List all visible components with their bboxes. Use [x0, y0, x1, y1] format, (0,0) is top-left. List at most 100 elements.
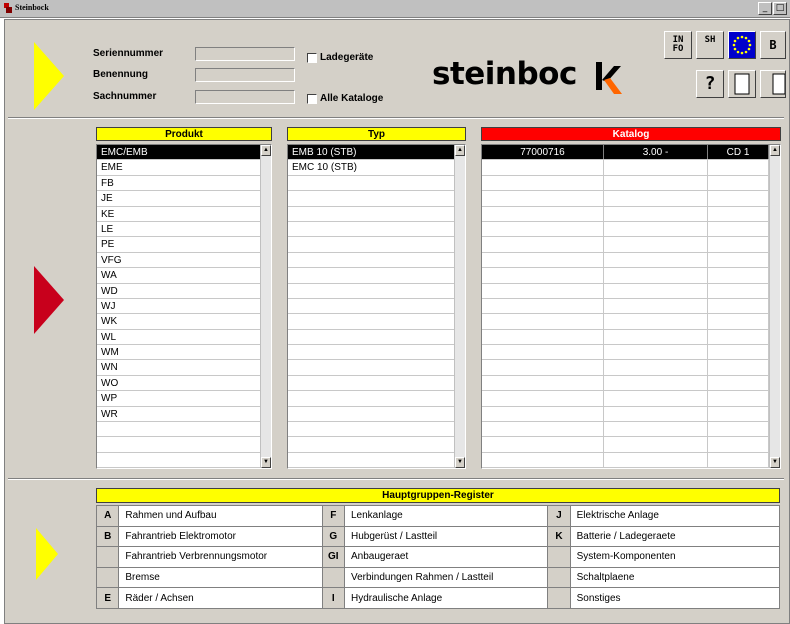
list-item[interactable]: WK — [97, 314, 260, 330]
group-label[interactable]: System-Komponenten — [569, 546, 781, 568]
group-label[interactable]: Batterie / Ladegeraete — [569, 525, 781, 548]
list-item[interactable]: WR — [97, 407, 260, 423]
katalog-cell-medium — [708, 160, 769, 175]
produkt-list[interactable]: EMC/EMB EME FB JE KE LE PE VFG WA WD WJ WK WL WM WN WO W… — [96, 144, 272, 469]
group-key[interactable]: G — [321, 525, 345, 548]
group-label[interactable]: Schaltplaene — [569, 566, 781, 589]
group-label[interactable]: Fahrantrieb Verbrennungsmotor — [118, 546, 323, 568]
group-label[interactable]: Fahrantrieb Elektromotor — [118, 525, 323, 548]
list-item[interactable]: FB — [97, 176, 260, 192]
katalog-cell-version — [604, 437, 708, 452]
katalog-scrollbar[interactable]: ▲ ▼ — [769, 145, 780, 468]
list-item[interactable]: JE — [97, 191, 260, 207]
list-item[interactable]: WO — [97, 376, 260, 392]
name-field[interactable] — [195, 68, 295, 82]
empty-row — [482, 298, 769, 315]
list-item[interactable]: EMC 10 (STB) — [288, 160, 454, 176]
checkbox-box[interactable] — [307, 93, 317, 104]
scroll-down-icon[interactable]: ▼ — [261, 457, 271, 468]
all-catalogs-checkbox[interactable]: Alle Kataloge — [307, 93, 383, 104]
katalog-cell-medium — [708, 206, 769, 221]
eu-flag-icon — [732, 35, 752, 55]
group-label[interactable]: Bremse — [118, 566, 323, 589]
empty-row — [482, 221, 769, 238]
group-key[interactable]: GI — [321, 546, 345, 568]
group-key[interactable]: F — [321, 505, 345, 527]
katalog-cell-medium — [708, 360, 769, 375]
group-key[interactable] — [95, 566, 120, 589]
group-key[interactable] — [547, 546, 571, 568]
scroll-up-icon[interactable]: ▲ — [455, 145, 465, 156]
group-label[interactable]: Räder / Achsen — [118, 587, 323, 609]
hauptgruppen-header: Hauptgruppen-Register — [96, 488, 780, 503]
group-key[interactable]: E — [95, 587, 120, 609]
group-key[interactable]: K — [547, 525, 571, 548]
page-button[interactable] — [760, 70, 786, 98]
katalog-cell-number — [482, 283, 604, 298]
list-item[interactable]: WD — [97, 284, 260, 299]
group-label[interactable]: Verbindungen Rahmen / Lastteil — [343, 566, 549, 589]
empty-row — [288, 191, 454, 207]
group-key[interactable]: I — [321, 587, 345, 609]
list-item[interactable]: LE — [97, 222, 260, 238]
list-item[interactable]: VFG — [97, 253, 260, 269]
list-item[interactable]: WJ — [97, 299, 260, 315]
list-item[interactable]: WN — [97, 360, 260, 376]
katalog-cell-number — [482, 160, 604, 175]
back-button[interactable]: B — [760, 31, 786, 59]
group-label[interactable]: Lenkanlage — [343, 505, 549, 527]
group-key[interactable] — [547, 566, 571, 589]
group-key[interactable]: B — [95, 525, 120, 548]
produkt-scrollbar[interactable]: ▲ ▼ — [260, 145, 271, 468]
group-label[interactable]: Anbaugeraet — [343, 546, 549, 568]
list-item[interactable]: WP — [97, 391, 260, 407]
scroll-down-icon[interactable]: ▼ — [770, 457, 780, 468]
group-label[interactable]: Sonstiges — [569, 587, 781, 609]
katalog-cell-medium — [708, 375, 769, 391]
info-button[interactable]: IN FO — [664, 31, 692, 59]
list-item[interactable]: WA — [97, 268, 260, 284]
window-title: Steinbock — [15, 3, 49, 12]
scroll-down-icon[interactable]: ▼ — [455, 457, 465, 468]
group-key[interactable] — [321, 566, 345, 589]
group-label[interactable]: Rahmen und Aufbau — [118, 505, 323, 527]
list-item[interactable]: WM — [97, 345, 260, 361]
maximize-button[interactable]: □ — [773, 2, 787, 15]
katalog-cell-number — [482, 375, 604, 391]
list-item[interactable]: EMC/EMB — [97, 145, 260, 161]
chargers-checkbox[interactable]: Ladegeräte — [307, 52, 373, 63]
group-label[interactable]: Hubgerüst / Lastteil — [343, 525, 549, 548]
typ-list[interactable]: EMB 10 (STB) EMC 10 (STB) ▲ ▼ — [287, 144, 466, 469]
katalog-list[interactable]: 77000716 3.00 - CD 1 ▲ ▼ — [481, 144, 781, 469]
katalog-cell-version — [604, 298, 708, 314]
minimize-button[interactable]: _ — [758, 2, 772, 15]
list-item[interactable]: PE — [97, 237, 260, 253]
group-label[interactable]: Elektrische Anlage — [569, 505, 781, 527]
scroll-up-icon[interactable]: ▲ — [770, 145, 780, 156]
katalog-cell-number — [482, 314, 604, 329]
group-label[interactable]: Hydraulische Anlage — [343, 587, 549, 609]
group-key[interactable]: A — [95, 505, 120, 527]
document-button[interactable] — [728, 70, 756, 98]
sh-button[interactable]: SH — [696, 31, 724, 59]
table-row[interactable]: 77000716 3.00 - CD 1 — [482, 145, 769, 161]
language-button[interactable] — [728, 31, 756, 59]
list-item[interactable]: EMB 10 (STB) — [288, 145, 454, 161]
part-field[interactable] — [195, 90, 295, 104]
group-key[interactable] — [547, 587, 571, 609]
empty-row — [482, 237, 769, 253]
checkbox-box[interactable] — [307, 52, 317, 63]
list-item[interactable]: EME — [97, 160, 260, 176]
empty-row — [288, 345, 454, 361]
scroll-up-icon[interactable]: ▲ — [261, 145, 271, 156]
katalog-cell-number — [482, 345, 604, 360]
group-key[interactable]: J — [547, 505, 571, 527]
list-item[interactable]: WL — [97, 330, 260, 346]
help-button[interactable]: ? — [696, 70, 724, 98]
group-key[interactable] — [95, 546, 120, 568]
serial-field[interactable] — [195, 47, 295, 61]
app-icon — [4, 3, 12, 13]
typ-scrollbar[interactable]: ▲ ▼ — [454, 145, 465, 468]
list-item[interactable]: KE — [97, 207, 260, 222]
katalog-cell-version — [604, 375, 708, 391]
